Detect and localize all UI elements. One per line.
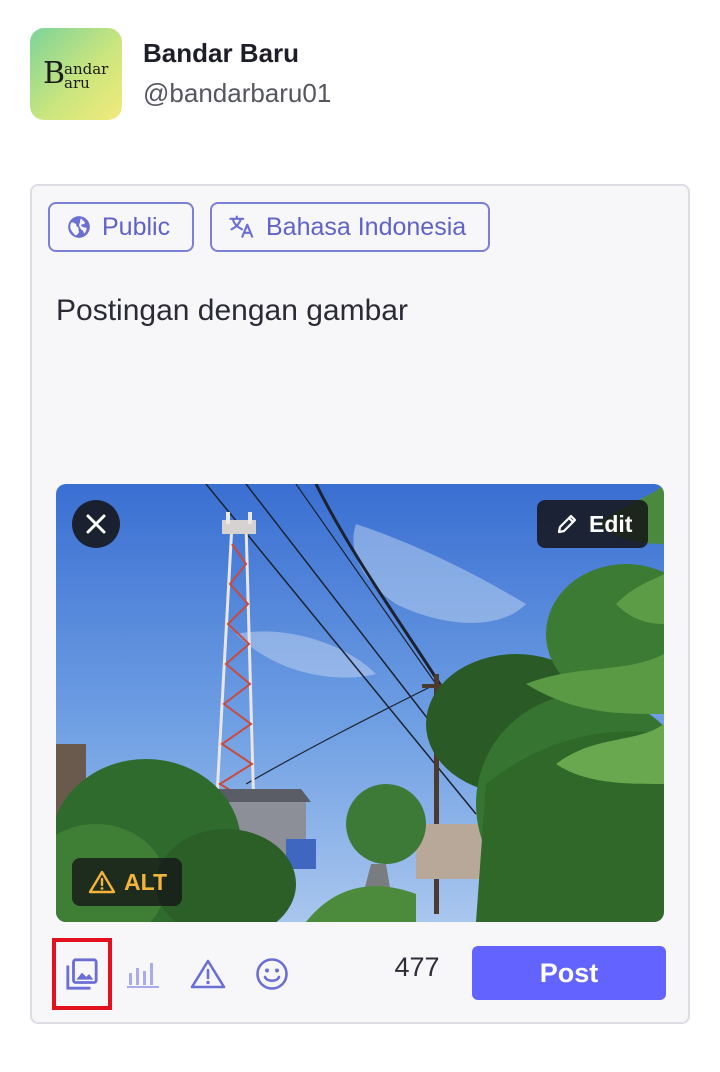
poll-icon <box>127 963 159 988</box>
edit-media-button[interactable]: Edit <box>537 500 648 548</box>
account-handle: @bandarbaru01 <box>143 78 332 108</box>
account-names: Bandar Baru @bandarbaru01 <box>143 37 331 111</box>
compose-textarea[interactable]: Postingan dengan gambar <box>56 294 408 328</box>
avatar-letter: B <box>43 56 66 91</box>
add-media-button[interactable] <box>52 938 112 1010</box>
attached-photo <box>56 484 664 922</box>
globe-icon <box>68 216 90 238</box>
avatar-line-2: aru <box>64 74 90 92</box>
language-button[interactable]: Bahasa Indonesia <box>210 202 490 252</box>
media-attachment[interactable]: Edit ALT <box>56 484 664 922</box>
warning-icon <box>190 959 226 989</box>
character-counter: 477 <box>394 952 440 982</box>
translate-icon <box>229 215 254 238</box>
emoji-button[interactable] <box>242 938 302 1010</box>
close-icon <box>86 514 106 534</box>
smiley-icon <box>256 958 288 990</box>
alt-label: ALT <box>124 868 168 895</box>
avatar[interactable]: B andar aru <box>30 28 122 120</box>
account-header: B andar aru Bandar Baru @bandarbaru01 <box>30 28 331 120</box>
compose-form: Public Bahasa Indonesia Postingan dengan… <box>30 184 690 1024</box>
visibility-label: Public <box>102 212 171 241</box>
warning-icon <box>88 870 116 894</box>
post-button[interactable]: Post <box>472 946 666 1000</box>
remove-media-button[interactable] <box>72 500 120 548</box>
display-name: Bandar Baru <box>143 38 300 68</box>
content-warning-button[interactable] <box>178 938 238 1010</box>
add-poll-button[interactable] <box>114 938 174 1010</box>
alt-text-button[interactable]: ALT <box>72 858 182 906</box>
edit-label: Edit <box>589 510 633 537</box>
language-label: Bahasa Indonesia <box>266 212 467 241</box>
pencil-icon <box>557 514 577 534</box>
image-gallery-icon <box>66 958 98 990</box>
visibility-button[interactable]: Public <box>48 202 194 252</box>
